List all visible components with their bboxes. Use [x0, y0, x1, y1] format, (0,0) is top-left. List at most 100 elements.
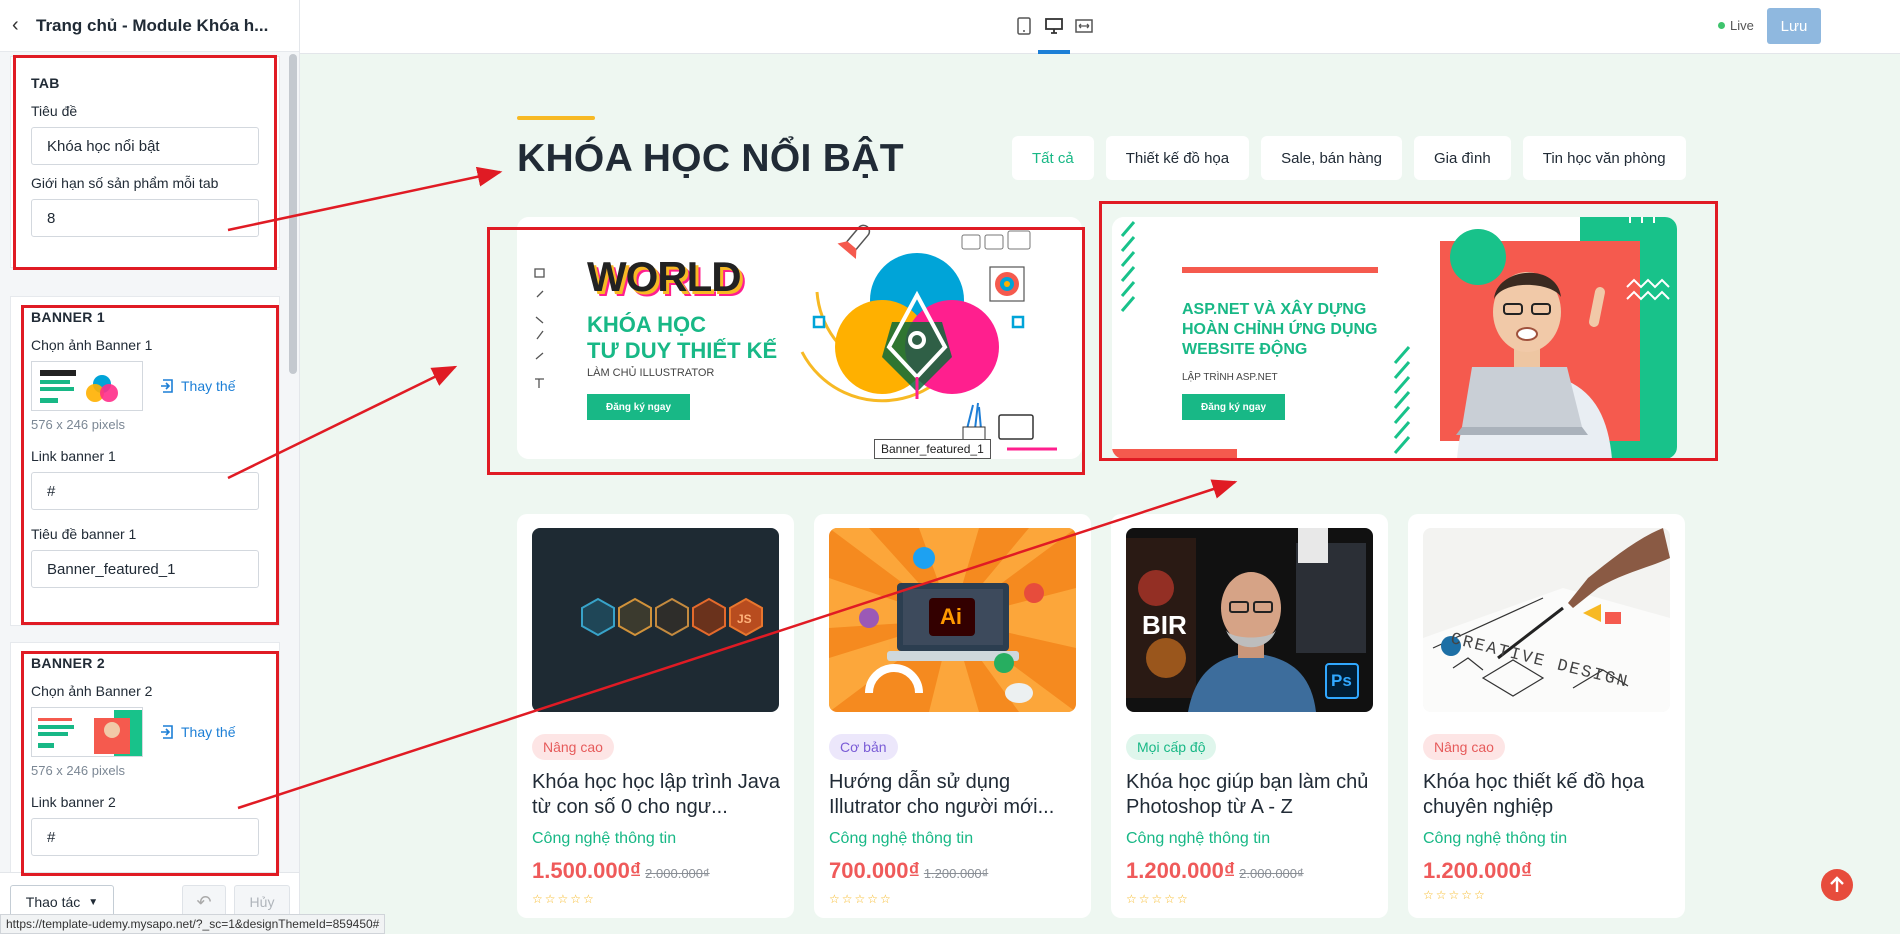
course-card[interactable]: CREATIVE DESIGN Nâng cao Khóa học thiết …: [1408, 514, 1685, 918]
course-title[interactable]: Khóa học học lập trình Java từ con số 0 …: [532, 770, 782, 820]
field-label: Link banner 1: [31, 448, 116, 464]
field-label: Link banner 2: [31, 794, 116, 810]
course-image[interactable]: Ai: [829, 528, 1076, 712]
level-badge: Nâng cao: [532, 734, 614, 760]
banner2-thumbnail[interactable]: [31, 707, 143, 757]
preview-canvas: KHÓA HỌC NỔI BẬT Tất cả Thiết kế đồ họa …: [300, 54, 1900, 934]
course-card[interactable]: JS Nâng cao Khóa học học lập trình Java …: [517, 514, 794, 918]
settings-sidebar: ‹ Trang chủ - Module Khóa h... TAB Tiêu …: [0, 0, 300, 934]
course-old-price: 2.000.000₫: [645, 866, 710, 881]
live-dot-icon: [1718, 22, 1725, 29]
tab-title-input[interactable]: [31, 127, 259, 165]
featured-banner-2[interactable]: ASP.NET VÀ XÂY DỰNG HOÀN CHỈNH ỨNG DỤNG …: [1112, 217, 1677, 459]
field-label: Tiêu đề banner 1: [31, 526, 137, 542]
course-title[interactable]: Hướng dẫn sử dụng Illutrator cho người m…: [829, 770, 1079, 820]
sidebar-title: Trang chủ - Module Khóa h...: [36, 15, 269, 35]
banner1-thumbnail[interactable]: [31, 361, 143, 411]
tab-graphic-design[interactable]: Thiết kế đồ họa: [1105, 136, 1250, 180]
replace-icon: [161, 379, 173, 393]
card3-overlay-text: BIR: [1142, 610, 1187, 640]
field-label: Chọn ảnh Banner 2: [31, 683, 153, 699]
course-price-row: 1.200.000₫ 2.000.000₫: [1126, 858, 1304, 884]
course-category[interactable]: Công nghệ thông tin: [1423, 830, 1567, 848]
banner2-sub: LẬP TRÌNH ASP.NET: [1182, 372, 1278, 383]
level-badge: Nâng cao: [1423, 734, 1505, 760]
ai-logo-icon: Ai: [940, 604, 962, 629]
course-old-price: 2.000.000₫: [1239, 866, 1304, 881]
rating-stars-icon: ☆☆☆☆☆: [532, 892, 596, 906]
tab-settings-panel: TAB Tiêu đề Giới hạn số sản phẩm mỗi tab: [10, 56, 280, 268]
course-card[interactable]: BIR Ps Mọi cấp độ Khóa học giúp bạn làm …: [1111, 514, 1388, 918]
banner2-settings-panel: BANNER 2 Chọn ảnh Banner 2 Thay thế 576 …: [10, 642, 280, 872]
rating-stars-icon: ☆☆☆☆☆: [829, 892, 893, 906]
status-bar-url: https://template-udemy.mysapo.net/?_sc=1…: [0, 914, 386, 934]
actions-label: Thao tác: [25, 894, 81, 910]
tab-limit-input[interactable]: [31, 199, 259, 237]
course-title[interactable]: Khóa học thiết kế đồ họa chuyên nghiệp: [1423, 770, 1673, 820]
image-dimensions: 576 x 246 pixels: [31, 763, 125, 778]
scroll-to-top-button[interactable]: [1821, 869, 1853, 901]
undo-icon: ↶: [196, 891, 212, 912]
course-image[interactable]: CREATIVE DESIGN: [1423, 528, 1670, 712]
sidebar-scroll-area: TAB Tiêu đề Giới hạn số sản phẩm mỗi tab…: [0, 52, 299, 872]
panel-heading: TAB: [31, 75, 60, 91]
course-price-row: 1.200.000₫: [1423, 858, 1536, 884]
fullwidth-view-icon[interactable]: [1071, 14, 1097, 38]
live-status: Live: [1718, 18, 1754, 33]
save-button[interactable]: Lưu: [1767, 8, 1821, 44]
banner1-tooltip: Banner_featured_1: [874, 439, 991, 459]
course-card[interactable]: Ai Cơ bản Hướng dẫn sử dụng Illutrator c…: [814, 514, 1091, 918]
banner1-line2: TƯ DUY THIẾT KẾ: [587, 338, 778, 363]
title-accent-bar: [517, 116, 595, 120]
banner1-title-input[interactable]: [31, 550, 259, 588]
tab-all[interactable]: Tất cả: [1012, 136, 1094, 180]
js-label: JS: [737, 612, 752, 626]
course-old-price: 1.200.000₫: [923, 866, 989, 881]
course-price: 700.000₫: [829, 858, 920, 883]
banner1-replace-button[interactable]: Thay thế: [161, 378, 235, 394]
rating-stars-icon: ☆☆☆☆☆: [1126, 892, 1190, 906]
tab-office[interactable]: Tin học văn phòng: [1522, 136, 1686, 180]
editor-topbar: Live Lưu: [300, 0, 1900, 54]
banner1-line1: KHÓA HỌC: [587, 312, 706, 337]
level-badge: Cơ bản: [829, 734, 898, 760]
banner2-replace-button[interactable]: Thay thế: [161, 724, 235, 740]
replace-icon: [161, 725, 173, 739]
replace-label: Thay thế: [181, 724, 236, 740]
course-title[interactable]: Khóa học giúp bạn làm chủ Photoshop từ A…: [1126, 770, 1376, 820]
banner1-link-input[interactable]: [31, 472, 259, 510]
course-category[interactable]: Công nghệ thông tin: [829, 830, 973, 848]
banner1-world-text: WORLD: [587, 253, 742, 300]
rating-stars-icon: ☆☆☆☆☆: [1423, 888, 1487, 902]
course-price: 1.200.000₫: [1423, 858, 1533, 883]
course-price: 1.200.000₫: [1126, 858, 1236, 883]
live-label: Live: [1730, 18, 1754, 33]
section-title: KHÓA HỌC NỔI BẬT: [517, 137, 904, 180]
sidebar-scrollbar[interactable]: [289, 54, 297, 374]
course-price: 1.500.000₫: [532, 858, 642, 883]
course-price-row: 1.500.000₫ 2.000.000₫: [532, 858, 710, 884]
banner2-link-input[interactable]: [31, 818, 259, 856]
banner2-line3: WEBSITE ĐỘNG: [1182, 341, 1308, 358]
tab-family[interactable]: Gia đình: [1414, 136, 1511, 180]
banner1-cta-button[interactable]: Đăng ký ngay: [587, 394, 690, 420]
level-badge: Mọi cấp độ: [1126, 734, 1217, 760]
course-price-row: 700.000₫ 1.200.000₫: [829, 858, 988, 884]
tab-sales[interactable]: Sale, bán hàng: [1261, 136, 1403, 180]
caret-down-icon: ▼: [88, 896, 99, 908]
category-tabs: Tất cả Thiết kế đồ họa Sale, bán hàng Gi…: [1012, 136, 1686, 180]
mobile-view-icon[interactable]: [1011, 14, 1037, 38]
back-arrow-icon[interactable]: ‹: [12, 14, 36, 37]
photoshop-logo-icon: Ps: [1331, 671, 1352, 690]
course-category[interactable]: Công nghệ thông tin: [532, 830, 676, 848]
replace-label: Thay thế: [181, 378, 236, 394]
course-category[interactable]: Công nghệ thông tin: [1126, 830, 1270, 848]
banner1-settings-panel: BANNER 1 Chọn ảnh Banner 1 Thay thế 576 …: [10, 296, 280, 626]
banner2-cta-button[interactable]: Đăng ký ngay: [1182, 394, 1285, 420]
banner2-line2: HOÀN CHỈNH ỨNG DỤNG: [1182, 321, 1378, 338]
desktop-view-icon[interactable]: [1041, 14, 1067, 38]
field-label: Chọn ảnh Banner 1: [31, 337, 153, 353]
course-image[interactable]: BIR Ps: [1126, 528, 1373, 712]
featured-banner-1[interactable]: WORLD KHÓA HỌC TƯ DUY THIẾT KẾ LÀM CHỦ I…: [517, 217, 1082, 459]
course-image[interactable]: JS: [532, 528, 779, 712]
